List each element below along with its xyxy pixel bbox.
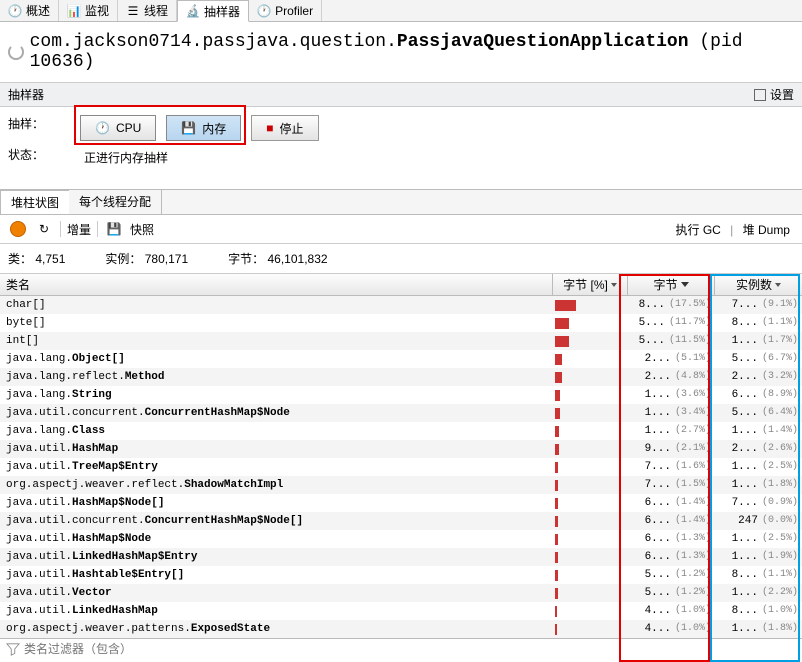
sub-tab-thread-alloc[interactable]: 每个线程分配 — [69, 190, 162, 214]
profiler-icon: 🕐 — [257, 4, 271, 18]
status-text: 正进行内存抽样 — [80, 149, 319, 166]
table-row[interactable]: org.aspectj.weaver.reflect.ShadowMatchIm… — [0, 476, 802, 494]
funnel-icon — [6, 642, 20, 656]
sort-desc-icon — [681, 282, 689, 287]
snapshot-icon: 💾 — [104, 219, 124, 239]
settings-checkbox[interactable]: 设置 — [754, 86, 794, 103]
sub-tab-heap[interactable]: 堆柱状图 — [0, 190, 70, 214]
snapshot-button[interactable]: 快照 — [130, 221, 154, 238]
sampler-icon: 🔬 — [186, 4, 200, 18]
table-row[interactable]: java.util.LinkedHashMap4...(1.0%)8...(1.… — [0, 602, 802, 620]
tab-sampler[interactable]: 🔬抽样器 — [177, 0, 249, 22]
sample-label: 抽样： — [8, 115, 68, 132]
table-row[interactable]: java.util.Vector5...(1.2%)1...(2.2%) — [0, 584, 802, 602]
threads-icon: ☰ — [126, 4, 140, 18]
sort-desc-icon — [775, 283, 781, 287]
filter-bar — [0, 638, 802, 659]
table-row[interactable]: java.util.TreeMap$Entry7...(1.6%)1...(2.… — [0, 458, 802, 476]
title-bar: com.jackson0714.passjava.question.Passja… — [0, 22, 802, 82]
sort-desc-icon — [611, 283, 617, 287]
table-row[interactable]: java.util.Hashtable$Entry[]5...(1.2%)8..… — [0, 566, 802, 584]
heapdump-button[interactable]: 堆 Dump — [739, 221, 794, 238]
refresh-icon[interactable] — [8, 44, 24, 60]
toolbar: ↻ 增量 💾 快照 执行 GC | 堆 Dump — [0, 215, 802, 244]
bytes-count: 46,101,832 — [268, 252, 328, 266]
filter-input[interactable] — [24, 642, 796, 656]
summary: 类： 4,751 实例： 780,171 字节： 46,101,832 — [0, 244, 802, 274]
pause-button[interactable] — [8, 219, 28, 239]
table-row[interactable]: org.aspectj.weaver.patterns.ExposedState… — [0, 620, 802, 638]
disk-icon: 💾 — [181, 121, 196, 135]
table-wrap: 类名 字节 [%] 字节 实例数 char[]8...(17.5%)7...(9… — [0, 274, 802, 638]
table-row[interactable]: java.lang.Class1...(2.7%)1...(1.4%) — [0, 422, 802, 440]
chart-icon: 📊 — [67, 4, 81, 18]
table-row[interactable]: java.lang.String1...(3.6%)6...(8.9%) — [0, 386, 802, 404]
col-bytes-pct[interactable]: 字节 [%] — [553, 274, 628, 295]
record-icon — [10, 221, 26, 237]
col-instances[interactable]: 实例数 — [715, 274, 802, 295]
clock-icon: 🕐 — [8, 4, 22, 18]
cpu-button[interactable]: 🕐CPU — [80, 115, 156, 141]
section-title: 抽样器 — [8, 86, 44, 103]
delta-label[interactable]: 增量 — [67, 221, 91, 238]
tab-monitor[interactable]: 📊监视 — [59, 0, 118, 21]
tab-threads[interactable]: ☰线程 — [118, 0, 177, 21]
classes-count: 4,751 — [35, 252, 65, 266]
table-row[interactable]: java.util.concurrent.ConcurrentHashMap$N… — [0, 512, 802, 530]
section-header: 抽样器 设置 — [0, 82, 802, 107]
page-title: com.jackson0714.passjava.question.Passja… — [30, 32, 794, 72]
clock-icon: 🕐 — [95, 121, 110, 135]
table-row[interactable]: int[]5...(11.5%)1...(1.7%) — [0, 332, 802, 350]
table-body: char[]8...(17.5%)7...(9.1%)byte[]5...(11… — [0, 296, 802, 638]
instances-count: 780,171 — [145, 252, 188, 266]
table-row[interactable]: byte[]5...(11.7%)8...(1.1%) — [0, 314, 802, 332]
stop-icon: ■ — [266, 121, 273, 135]
gc-button[interactable]: 执行 GC — [671, 221, 724, 238]
table-row[interactable]: java.util.HashMap$Node6...(1.3%)1...(2.5… — [0, 530, 802, 548]
table-row[interactable]: java.util.HashMap$Node[]6...(1.4%)7...(0… — [0, 494, 802, 512]
table-row[interactable]: java.lang.reflect.Method2...(4.8%)2...(3… — [0, 368, 802, 386]
stop-button[interactable]: ■停止 — [251, 115, 318, 141]
col-bytes[interactable]: 字节 — [628, 274, 715, 295]
table-header: 类名 字节 [%] 字节 实例数 — [0, 274, 802, 296]
tab-profiler[interactable]: 🕐Profiler — [249, 0, 322, 21]
col-classname[interactable]: 类名 — [0, 274, 553, 295]
table-row[interactable]: java.util.concurrent.ConcurrentHashMap$N… — [0, 404, 802, 422]
sub-tabs: 堆柱状图 每个线程分配 — [0, 189, 802, 215]
controls: 抽样： 状态： 🕐CPU 💾内存 ■停止 正进行内存抽样 — [0, 107, 802, 189]
table-row[interactable]: java.util.LinkedHashMap$Entry6...(1.3%)1… — [0, 548, 802, 566]
memory-button[interactable]: 💾内存 — [166, 115, 241, 141]
main-tabs: 🕐概述 📊监视 ☰线程 🔬抽样器 🕐Profiler — [0, 0, 802, 22]
tab-overview[interactable]: 🕐概述 — [0, 0, 59, 21]
table-row[interactable]: java.lang.Object[]2...(5.1%)5...(6.7%) — [0, 350, 802, 368]
table-row[interactable]: java.util.HashMap9...(2.1%)2...(2.6%) — [0, 440, 802, 458]
table-row[interactable]: char[]8...(17.5%)7...(9.1%) — [0, 296, 802, 314]
status-label: 状态： — [8, 146, 68, 163]
refresh-button[interactable]: ↻ — [34, 219, 54, 239]
